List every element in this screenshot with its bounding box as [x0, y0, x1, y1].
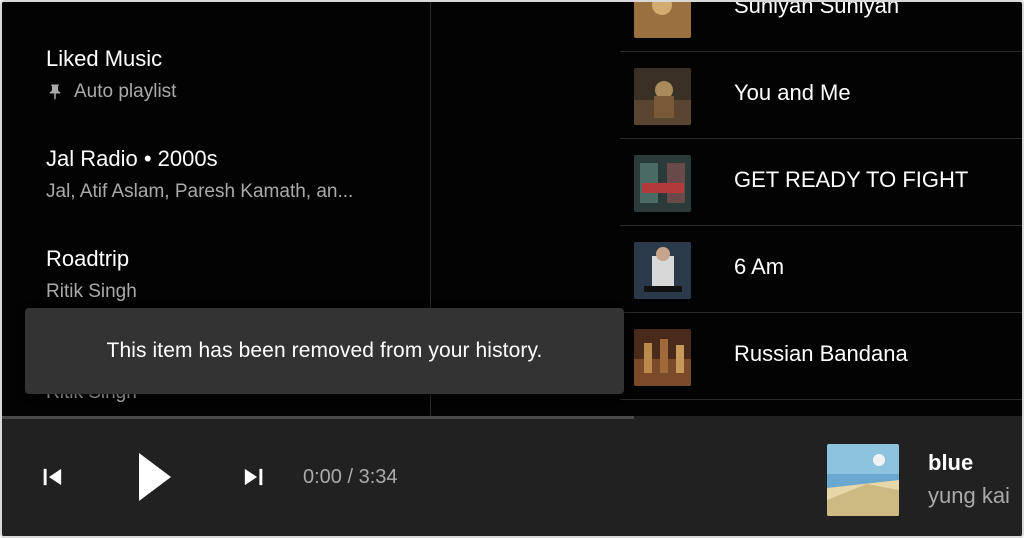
playlist-subtitle: Jal, Atif Aslam, Paresh Kamath, an...: [46, 181, 354, 202]
song-thumbnail: [634, 2, 691, 38]
playlist-item-jal-radio[interactable]: Jal Radio • 2000s Jal, Atif Aslam, Pares…: [46, 146, 353, 203]
playlist-item-liked-music[interactable]: Liked Music Auto playlist: [46, 46, 176, 103]
song-title: GET READY TO FIGHT: [734, 167, 969, 192]
now-playing-artist[interactable]: yung kai: [928, 483, 1010, 509]
song-row[interactable]: 6 Am: [620, 226, 1022, 313]
time-display: 0:00 / 3:34: [303, 466, 398, 488]
song-row[interactable]: Russian Bandana: [620, 313, 1022, 400]
song-title: Russian Bandana: [734, 341, 908, 366]
song-title: You and Me: [734, 80, 851, 105]
app-window: Liked Music Auto playlist Jal Radio • 20…: [0, 0, 1024, 538]
skip-next-icon: [239, 463, 267, 496]
song-thumbnail: [634, 329, 691, 386]
skip-previous-button[interactable]: [36, 462, 70, 496]
playlist-subtitle: Auto playlist: [74, 81, 177, 102]
now-playing-thumbnail[interactable]: [827, 444, 899, 516]
song-title: 6 Am: [734, 254, 785, 279]
song-row[interactable]: GET READY TO FIGHT: [620, 139, 1022, 226]
player-bar: 0:00 / 3:34 blue yung kai: [2, 416, 1022, 536]
skip-previous-icon: [39, 463, 67, 496]
song-thumbnail: [634, 155, 691, 212]
snackbar: This item has been removed from your his…: [25, 308, 624, 394]
playlist-title: Roadtrip: [46, 246, 130, 271]
snackbar-message: This item has been removed from your his…: [106, 339, 543, 362]
song-title: Suniyan Suniyan: [734, 0, 900, 18]
song-row[interactable]: You and Me: [620, 52, 1022, 139]
playlist-title: Jal Radio • 2000s: [46, 146, 218, 171]
playlist-subtitle: Ritik Singh: [46, 281, 137, 302]
now-playing-title[interactable]: blue: [928, 450, 973, 476]
song-row[interactable]: Suniyan Suniyan: [620, 0, 1022, 52]
play-button[interactable]: [126, 450, 180, 508]
song-thumbnail: [634, 68, 691, 125]
playlist-item-roadtrip[interactable]: Roadtrip Ritik Singh: [46, 246, 137, 303]
pin-icon: [46, 83, 64, 101]
song-list: Suniyan Suniyan You and Me GET READY TO …: [620, 0, 1022, 416]
progress-bar[interactable]: [2, 416, 634, 419]
playlist-title: Liked Music: [46, 46, 163, 71]
play-icon: [131, 451, 175, 508]
playlist-subtitle-row: Auto playlist: [46, 81, 176, 103]
skip-next-button[interactable]: [236, 462, 270, 496]
song-thumbnail: [634, 242, 691, 299]
